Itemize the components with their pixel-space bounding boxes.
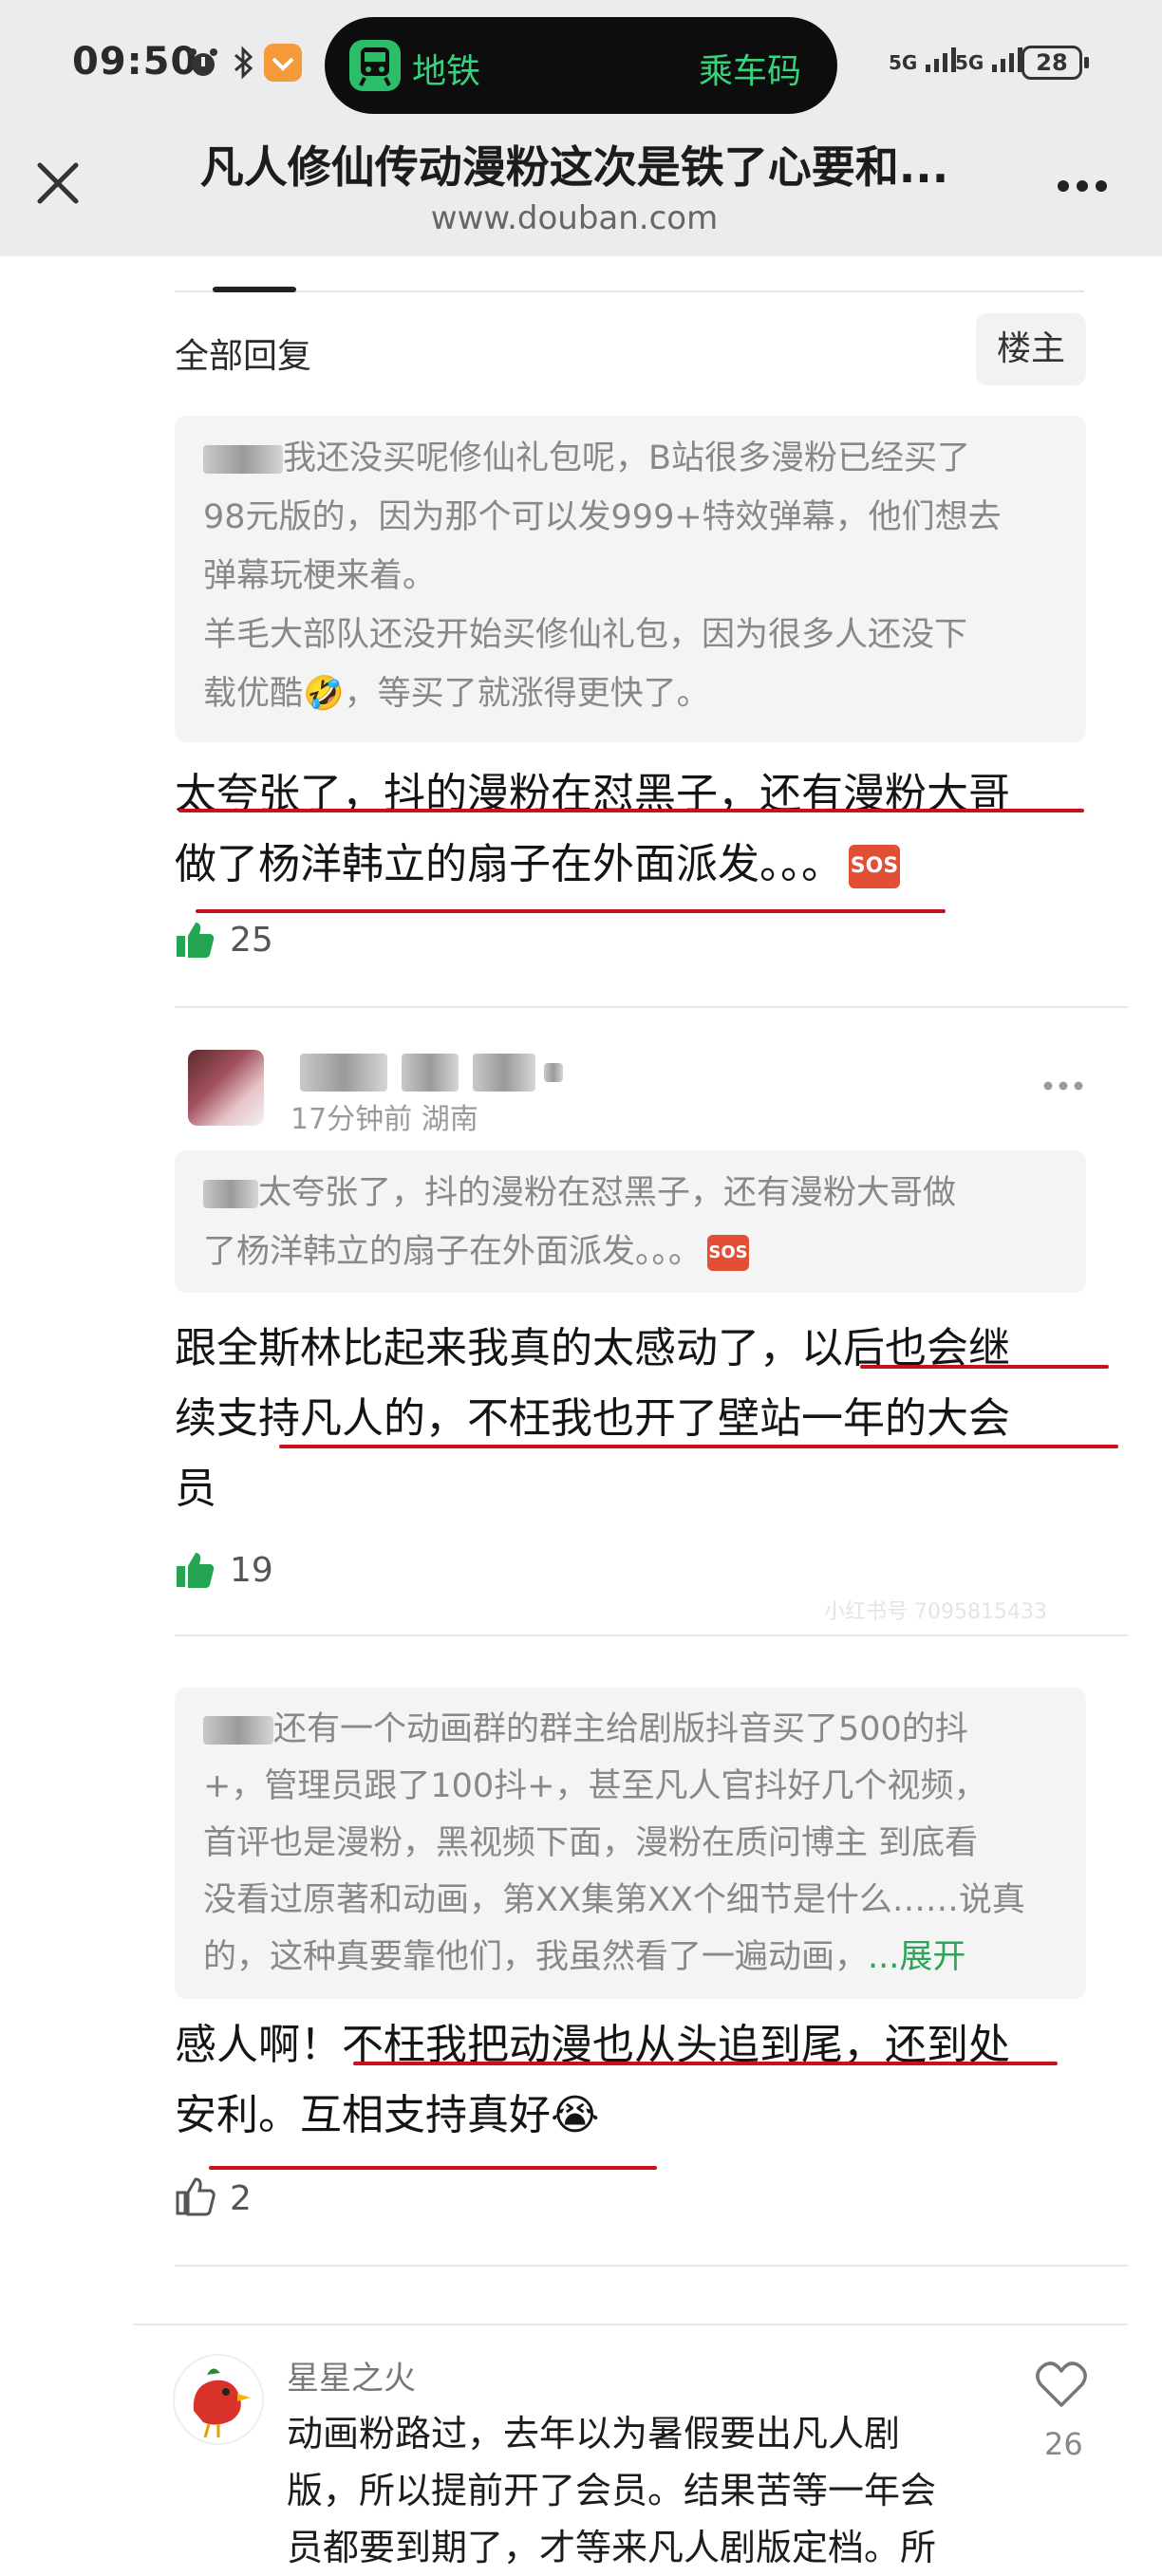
op-only-button[interactable]: 楼主 xyxy=(976,313,1086,385)
like-icon-outline[interactable] xyxy=(175,2175,216,2217)
quote-line: +，管理员跟了100抖+，甚至凡人官抖好几个视频， xyxy=(203,1767,987,1805)
quote-line: 弹幕玩梗来着。 xyxy=(203,557,437,595)
comment-text: 动画粉路过，去年以为暑假要出凡人剧 版，所以提前开了会员。结果苦等一年会 员都要… xyxy=(287,2405,1008,2576)
red-underline xyxy=(860,1365,1109,1369)
sos-emoji-icon: SOS xyxy=(849,845,900,888)
signal-strength-2: 5G xyxy=(955,46,1028,82)
signal-2-label: 5G xyxy=(955,51,984,74)
comment-line: 动画粉路过，去年以为暑假要出凡人剧 xyxy=(287,2413,901,2455)
sos-emoji-icon: SOS xyxy=(707,1235,750,1271)
red-underline xyxy=(279,1445,1118,1448)
watermark: 小红书号 7095815433 xyxy=(824,1600,1047,1624)
status-time: 09:50 xyxy=(72,40,198,84)
reply-line: 太夸张了，抖的漫粉在怼黑子，还有漫粉大哥 xyxy=(175,770,1010,818)
heart-icon[interactable] xyxy=(1035,2360,1088,2409)
tab-indicator xyxy=(213,287,296,292)
avatar[interactable] xyxy=(188,1050,264,1126)
divider xyxy=(175,290,1084,292)
metro-icon xyxy=(349,40,401,91)
divider xyxy=(175,1006,1128,1008)
heart-count: 26 xyxy=(1044,2426,1083,2462)
quote-line: 我还没买呢修仙礼包呢，B站很多漫粉已经买了 xyxy=(283,439,971,477)
blurred-username xyxy=(203,1180,258,1208)
quoted-comment[interactable]: 我还没买呢修仙礼包呢，B站很多漫粉已经买了 98元版的，因为那个可以发999+特… xyxy=(175,416,1086,742)
reply-line: 续支持凡人的，不枉我也开了壁站一年的大会 xyxy=(175,1394,1010,1443)
ride-code-label[interactable]: 乘车码 xyxy=(699,44,801,93)
comment-line: 版，所以提前开了会员。结果苦等一年会 xyxy=(287,2470,937,2511)
comment-more-icon[interactable] xyxy=(1042,1080,1084,1092)
blurred-username[interactable] xyxy=(300,1054,564,1092)
red-underline xyxy=(178,809,1084,812)
quoted-comment[interactable]: 太夸张了，抖的漫粉在怼黑子，还有漫粉大哥做 了杨洋韩立的扇子在外面派发。。。 SO… xyxy=(175,1150,1086,1293)
reply-line: 做了杨洋韩立的扇子在外面派发。。。 xyxy=(175,840,843,888)
page-title: 凡人修仙传动漫粉这次是铁了心要和... xyxy=(199,141,949,193)
section-title: 全部回复 xyxy=(175,337,312,376)
quote-line: 了杨洋韩立的扇子在外面派发。。。 xyxy=(203,1233,703,1271)
expand-link[interactable]: ...展开 xyxy=(868,1938,965,1976)
divider xyxy=(175,1634,1128,1636)
battery-indicator: 28 xyxy=(1021,46,1089,80)
red-underline xyxy=(196,909,946,913)
page-url: www.douban.com xyxy=(430,199,719,237)
blurred-username xyxy=(203,445,283,474)
reply-text: 太夸张了，抖的漫粉在怼黑子，还有漫粉大哥 做了杨洋韩立的扇子在外面派发。。。 SO… xyxy=(175,759,1105,900)
browser-header: 09:50 地铁 乘车码 5G 5G 28 凡人修仙传动漫粉这次是铁了心要和..… xyxy=(0,0,1162,256)
comment-meta: 17分钟前 湖南 xyxy=(290,1103,478,1136)
quote-line: 羊毛大部队还没开始买修仙礼包，因为很多人还没下 xyxy=(203,616,968,654)
like-icon-filled[interactable] xyxy=(175,919,216,961)
close-icon[interactable] xyxy=(25,150,91,216)
reply-text: 感人啊！不枉我把动漫也从头追到尾，还到处 安利。互相支持真好😭 xyxy=(175,2010,1124,2151)
reply-line: 员 xyxy=(175,1465,216,1513)
avatar[interactable] xyxy=(173,2354,264,2445)
divider xyxy=(133,2324,1128,2325)
like-icon-filled[interactable] xyxy=(175,1549,216,1591)
bird-avatar-icon xyxy=(193,2368,251,2438)
signal-1-label: 5G xyxy=(889,51,918,74)
quote-line: 还有一个动画群的群主给剧版抖音买了500的抖 xyxy=(273,1710,968,1748)
reply-text: 跟全斯林比起来我真的太感动了，以后也会继 续支持凡人的，不枉我也开了壁站一年的大… xyxy=(175,1314,1124,1524)
comment-line: 员都要到期了，才等来凡人剧版定档。所 xyxy=(287,2527,937,2568)
app-notification-icon xyxy=(264,44,302,82)
reply-line: 安利。互相支持真好😭 xyxy=(175,2091,600,2139)
quote-line: 首评也是漫粉，黑视频下面，漫粉在质问博主 到底看 xyxy=(203,1824,979,1862)
metro-island[interactable]: 地铁 乘车码 xyxy=(325,17,837,114)
divider xyxy=(175,2265,1128,2267)
red-underline xyxy=(209,2166,657,2170)
reply-line: 跟全斯林比起来我真的太感动了，以后也会继 xyxy=(175,1324,1010,1372)
username[interactable]: 星星之火 xyxy=(287,2352,416,2399)
blurred-username xyxy=(203,1716,273,1745)
more-options-icon[interactable] xyxy=(1054,177,1111,196)
like-count: 25 xyxy=(230,921,273,960)
quote-line: 的，这种真要靠他们，我虽然看了一遍动画， xyxy=(203,1938,869,1976)
signal-strength-1: 5G xyxy=(889,46,962,82)
quote-line: 98元版的，因为那个可以发999+特效弹幕，他们想去 xyxy=(203,498,1002,536)
alarm-icon xyxy=(189,48,217,76)
red-underline xyxy=(353,2062,1058,2065)
quote-line: 载优酷🤣，等买了就涨得更快了。 xyxy=(203,675,710,713)
reply-line: 感人啊！不枉我把动漫也从头追到尾，还到处 xyxy=(175,2021,1010,2069)
quote-line: 太夸张了，抖的漫粉在怼黑子，还有漫粉大哥做 xyxy=(258,1174,957,1212)
like-count: 19 xyxy=(230,1551,273,1590)
metro-label: 地铁 xyxy=(412,52,481,91)
bluetooth-icon xyxy=(234,46,253,80)
quoted-comment[interactable]: 还有一个动画群的群主给剧版抖音买了500的抖 +，管理员跟了100抖+，甚至凡人… xyxy=(175,1688,1086,1999)
like-count: 2 xyxy=(230,2179,252,2218)
quote-line: 没看过原著和动画，第XX集第XX个细节是什么……说真 xyxy=(203,1881,1025,1919)
